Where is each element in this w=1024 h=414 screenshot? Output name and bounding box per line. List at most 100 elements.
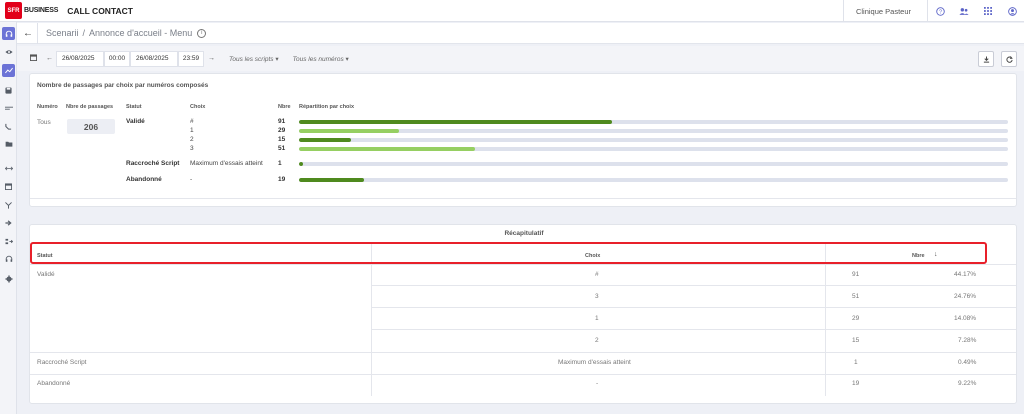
headset-icon[interactable] [2,27,15,40]
recap-status: Abandonné [37,380,71,387]
choice-label: 1 [190,127,194,134]
forward-icon[interactable] [0,216,17,230]
header-statut: Statut [126,104,142,110]
bar-track [299,162,1008,166]
logo-text: SFR [7,7,20,14]
passages-card: Nombre de passages par choix par numéros… [29,73,1017,207]
status-valide: Validé [126,118,145,125]
recap-percent: 44.17% [954,271,977,278]
team-icon[interactable] [952,0,976,22]
support-icon[interactable] [0,252,17,266]
scripts-dropdown-label: Tous les scripts [229,55,274,63]
organization-name[interactable]: Clinique Pasteur [842,0,928,22]
previous-period-icon[interactable]: ← [46,55,53,62]
recap-percent: 14.08% [954,315,977,322]
column-divider [825,264,826,352]
recap-choice: - [596,380,599,387]
top-bar: SFR BUSINESS CALL CONTACT Clinique Paste… [0,0,1024,22]
page-header: ← Scenarii / Annonce d'accueil - Menu i [17,22,1024,44]
end-date-input[interactable]: 26/08/2025 [130,50,178,67]
choice-label: - [190,176,193,183]
refresh-icon [1005,55,1013,63]
numbers-dropdown[interactable]: Tous les numéros ▾ [293,55,349,63]
recap-choice: Maximum d'essais atteint [558,359,631,366]
bar-track [299,178,1008,182]
recap-count: 91 [852,271,860,278]
chart-line-icon[interactable] [2,64,15,77]
help-icon[interactable]: ? [928,0,952,22]
choice-count: 1 [278,160,282,167]
column-divider [371,264,372,352]
eye-icon[interactable] [0,45,17,59]
recap-percent: 9.22% [958,380,977,387]
row-divider [30,264,1016,265]
recap-choice: 2 [595,337,599,344]
numbers-dropdown-label: Tous les numéros [292,55,344,63]
passages-title: Nombre de passages par choix par numéros… [37,82,209,89]
recap-header-nbre[interactable]: Nbre [912,253,925,259]
sort-down-icon[interactable]: ↓ [934,251,938,258]
header-choix: Choix [190,104,206,110]
bar-track [299,129,1008,133]
choice-label: Maximum d'essais atteint [190,160,263,167]
distribution-bar [299,162,304,166]
breadcrumb-separator: / [82,28,86,38]
calendar-icon[interactable] [0,179,17,193]
choice-count: 91 [278,118,286,125]
save-icon[interactable] [0,83,17,97]
calendar-icon[interactable] [30,54,37,63]
transfer-icon[interactable] [0,161,17,175]
wave-icon[interactable] [0,101,17,115]
download-button[interactable] [978,51,994,67]
account-icon[interactable] [1000,0,1024,22]
breadcrumb: Scenarii / Annonce d'accueil - Menu i [37,22,207,44]
next-period-icon[interactable]: → [208,55,215,62]
sidebar [0,22,17,414]
recap-header-choix[interactable]: Choix [585,253,600,259]
recap-count: 51 [852,293,860,300]
column-divider [825,244,826,262]
chevron-down-icon: ▾ [345,55,349,63]
info-icon[interactable]: i [197,28,207,38]
recap-percent: 7.28% [958,337,977,344]
row-divider [371,307,1016,308]
header-highlight-box [30,242,987,264]
total-passages-badge: 206 [67,119,115,134]
numero-value: Tous [37,119,51,126]
refresh-button[interactable] [1001,51,1017,67]
recap-title: Récapitulatif [504,230,544,237]
end-time-input[interactable]: 23:59 [178,50,204,67]
recap-status: Raccroché Script [37,359,87,366]
recap-count: 15 [852,337,860,344]
phone-call-icon[interactable] [0,119,17,133]
scripts-dropdown[interactable]: Tous les scripts ▾ [229,55,279,63]
recap-choice: 3 [595,293,599,300]
recap-choice: 1 [595,315,599,322]
recap-count: 1 [854,359,858,366]
back-arrow-icon[interactable]: ← [23,28,37,39]
distribution-bar [299,138,351,142]
apps-grid-icon[interactable] [976,0,1000,22]
filter-bar: ← 26/08/2025 00:00 26/08/2025 23:59 → To… [17,46,1024,71]
filter-icon[interactable] [0,198,17,212]
queue-icon[interactable] [0,234,17,248]
brand-name: BUSINESS [24,7,59,14]
start-time-input[interactable]: 00:00 [104,50,130,67]
row-divider [371,329,1016,330]
settings-icon[interactable] [0,272,17,286]
status-abandonne: Abandonné [126,176,162,183]
recap-percent: 0.49% [958,359,977,366]
start-date-input[interactable]: 26/08/2025 [56,50,104,67]
recap-count: 29 [852,315,860,322]
recap-percent: 24.76% [954,293,977,300]
sfr-logo: SFR [5,2,22,19]
recap-card: Récapitulatif Statut Choix Nbre ↓ Validé… [29,224,1017,404]
folder-icon[interactable] [0,137,17,151]
breadcrumb-parent[interactable]: Scenarii [46,28,79,38]
choice-label: 2 [190,136,194,143]
recap-header-statut[interactable]: Statut [37,253,53,259]
distribution-bar [299,129,399,133]
product-name: CALL CONTACT [67,5,133,16]
recap-count: 19 [852,380,860,387]
row-divider [30,352,1016,353]
